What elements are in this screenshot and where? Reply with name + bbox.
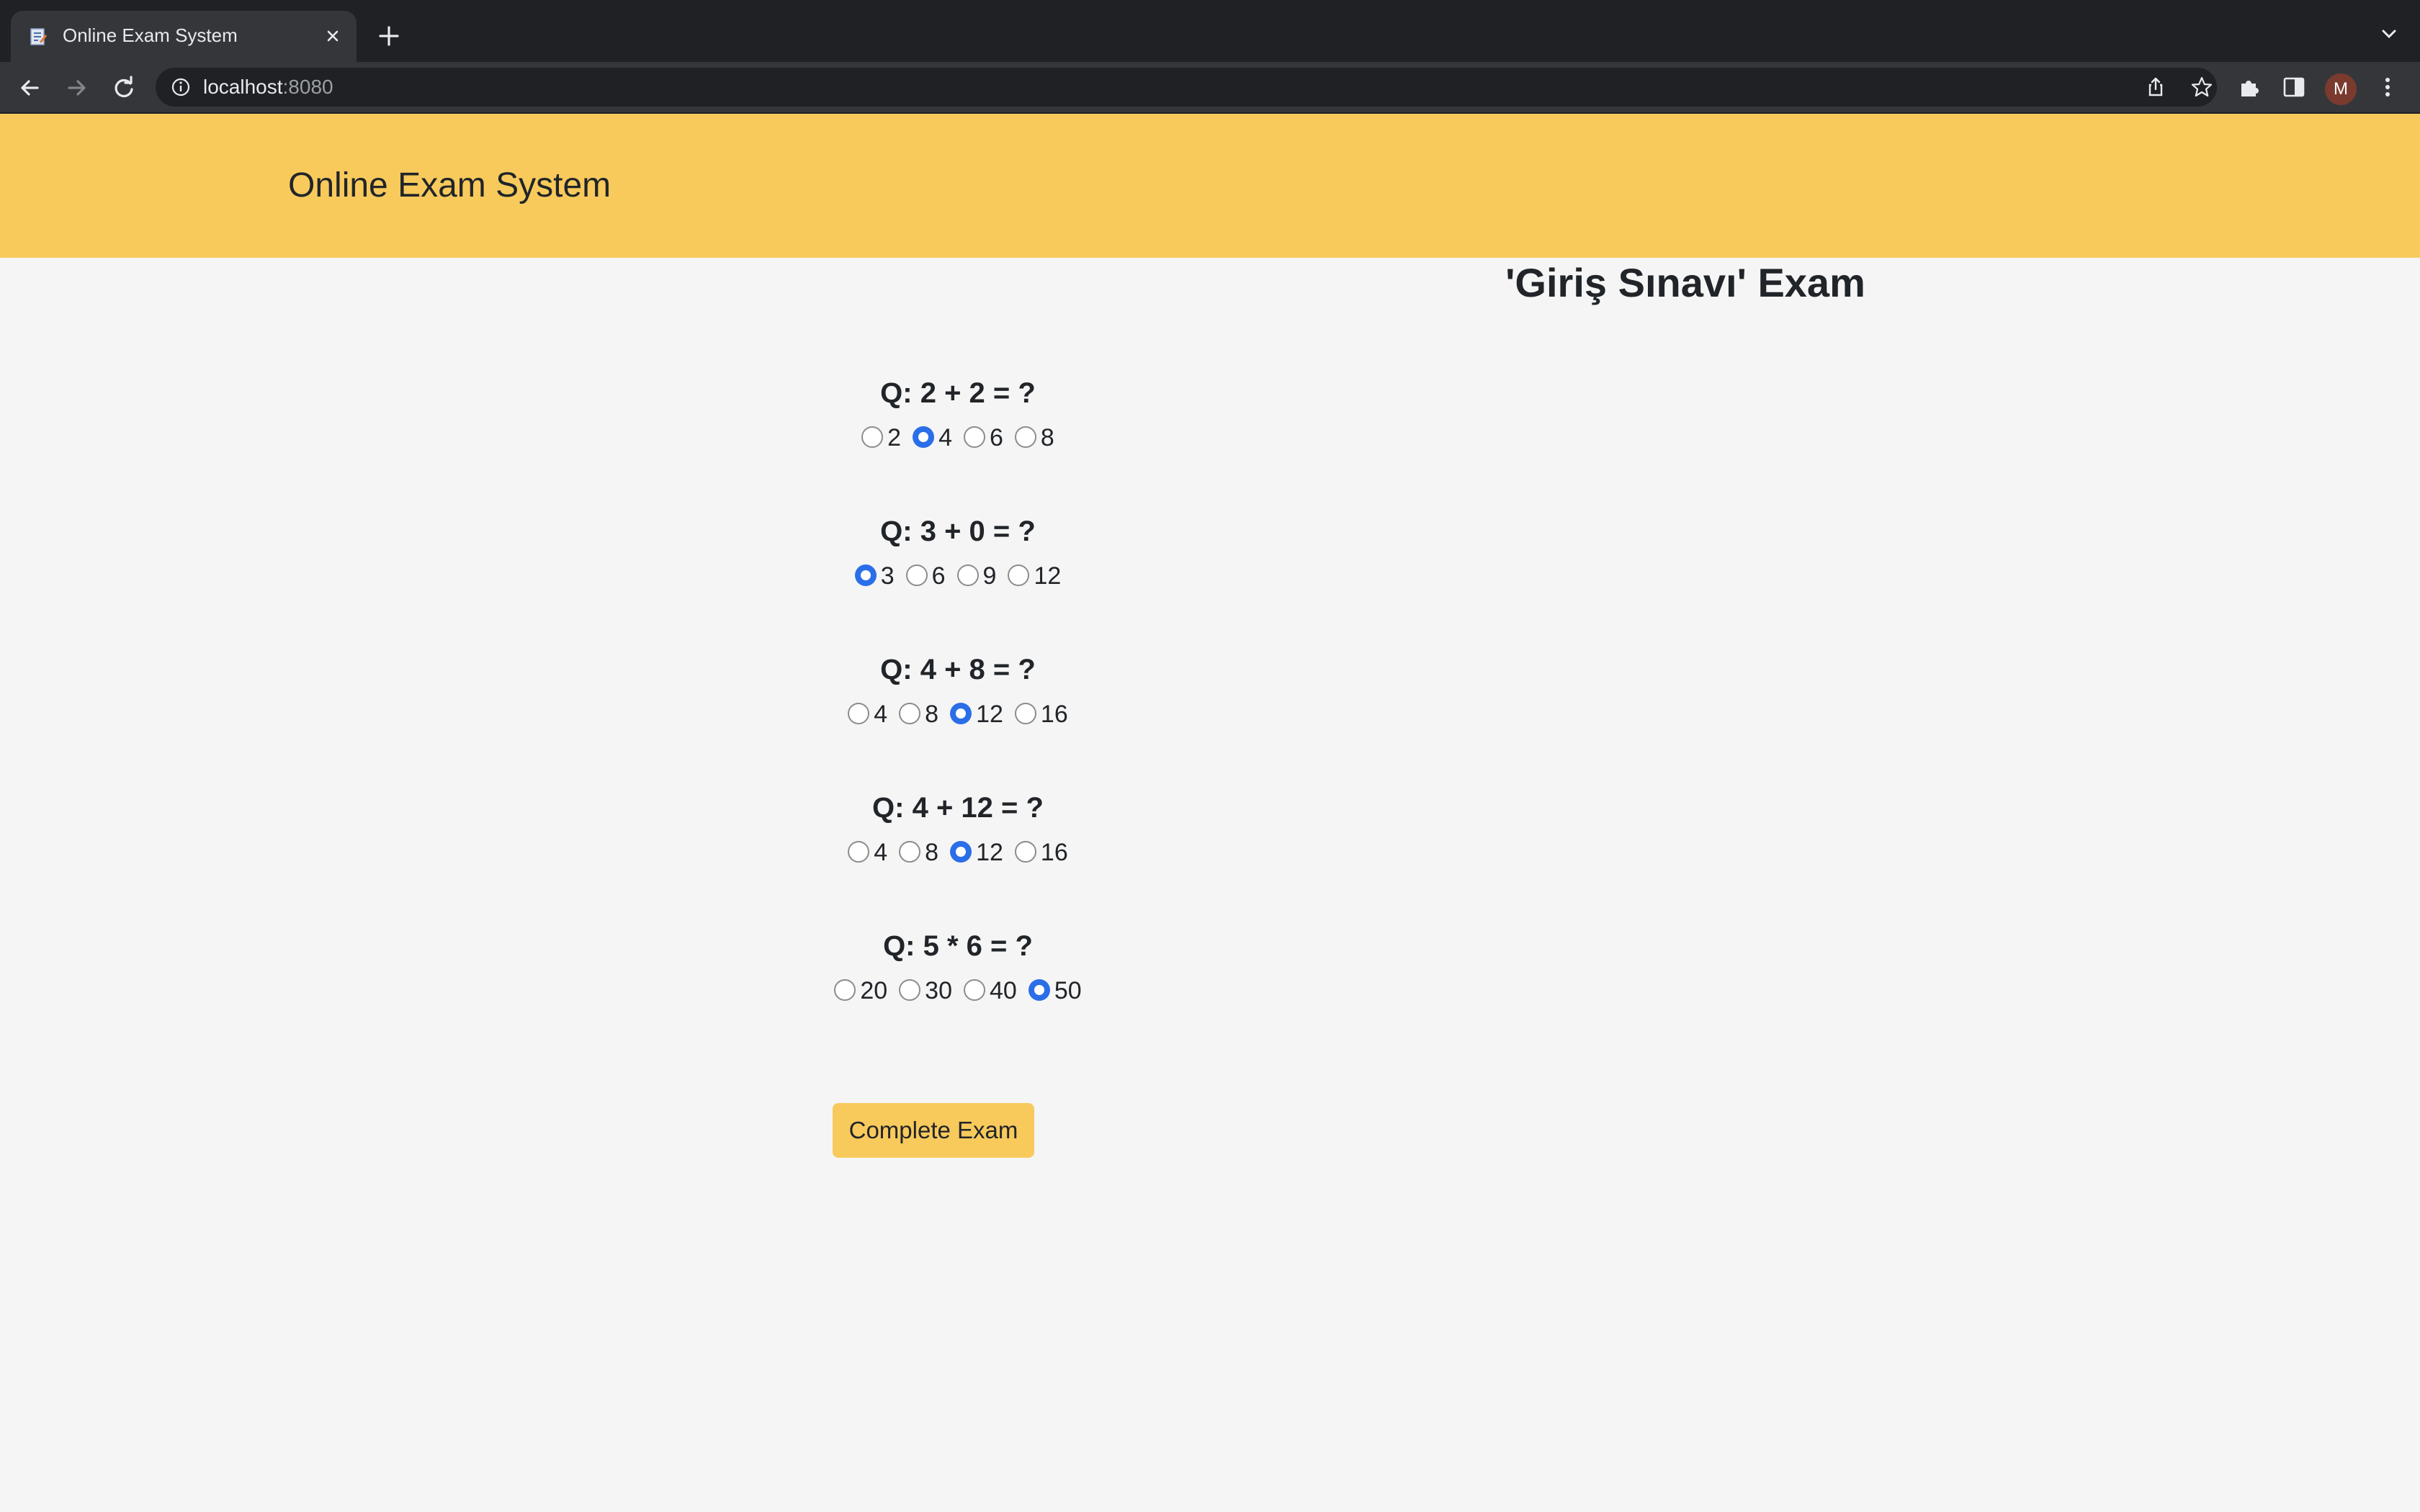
answer-options: 3 6 9 12 <box>720 556 1196 593</box>
option-label: 50 <box>1054 977 1082 1005</box>
answer-option[interactable]: 8 <box>1014 419 1054 456</box>
answer-option[interactable]: 2 <box>861 419 901 456</box>
answer-option[interactable]: 40 <box>964 972 1017 1009</box>
option-label: 40 <box>990 977 1017 1005</box>
radio-button[interactable] <box>1014 703 1036 725</box>
radio-button-selected[interactable] <box>950 703 972 725</box>
exam-favicon-icon <box>30 28 48 45</box>
back-arrow-icon[interactable] <box>14 72 46 104</box>
option-label: 4 <box>938 424 952 452</box>
answer-option[interactable]: 4 <box>848 834 887 871</box>
radio-button[interactable] <box>1014 841 1036 863</box>
radio-button-selected[interactable] <box>913 426 935 449</box>
browser-toolbar: localhost:8080 M <box>0 62 2420 114</box>
site-info-icon[interactable] <box>170 76 192 98</box>
answer-option[interactable]: 8 <box>899 834 938 871</box>
question-1: Q: 2 + 2 = ? 2 4 6 8 <box>720 373 1196 455</box>
question-text: Q: 4 + 8 = ? <box>880 654 1036 685</box>
answer-options: 4 8 12 16 <box>720 694 1196 732</box>
option-label: 30 <box>925 977 952 1005</box>
answer-option[interactable]: 8 <box>899 696 938 733</box>
question-3: Q: 4 + 8 = ? 4 8 12 16 <box>720 649 1196 732</box>
answer-option[interactable]: 6 <box>964 419 1003 456</box>
address-bar[interactable]: localhost:8080 <box>156 68 2217 107</box>
reload-icon[interactable] <box>108 72 140 104</box>
answer-option[interactable]: 9 <box>956 557 997 595</box>
answer-option[interactable]: 6 <box>905 557 946 595</box>
option-label: 2 <box>887 424 902 452</box>
option-label: 4 <box>874 701 888 729</box>
option-label: 6 <box>931 562 946 590</box>
answer-options: 20 30 40 50 <box>720 971 1196 1008</box>
answer-options: 2 4 6 8 <box>720 418 1196 455</box>
browser-tab-active[interactable]: Online Exam System <box>11 11 357 62</box>
question-5: Q: 5 * 6 = ? 20 30 40 50 <box>720 926 1196 1008</box>
option-label: 8 <box>925 839 939 867</box>
radio-button[interactable] <box>848 703 870 725</box>
question-2: Q: 3 + 0 = ? 3 6 9 12 <box>720 511 1196 593</box>
answer-option[interactable]: 50 <box>1028 972 1082 1009</box>
extensions-puzzle-icon[interactable] <box>2236 73 2263 101</box>
option-label: 16 <box>1040 701 1068 729</box>
tab-search-chevron-down-icon[interactable] <box>2377 22 2401 46</box>
answer-option[interactable]: 20 <box>834 972 887 1009</box>
option-label: 3 <box>880 562 895 590</box>
option-label: 9 <box>982 562 997 590</box>
tab-title: Online Exam System <box>63 24 238 46</box>
url-text: localhost:8080 <box>203 76 333 98</box>
option-label: 20 <box>860 977 888 1005</box>
answer-option[interactable]: 30 <box>899 972 952 1009</box>
option-label: 12 <box>976 839 1003 867</box>
answer-option[interactable]: 12 <box>950 834 1003 871</box>
answer-option[interactable]: 4 <box>913 419 952 456</box>
answer-option[interactable]: 16 <box>1014 696 1068 733</box>
radio-button[interactable] <box>1014 426 1036 449</box>
radio-button-selected[interactable] <box>950 841 972 863</box>
new-tab-plus-icon[interactable] <box>375 22 403 50</box>
radio-button[interactable] <box>848 841 870 863</box>
answer-option[interactable]: 12 <box>950 696 1003 733</box>
profile-avatar[interactable]: M <box>2325 73 2357 105</box>
complete-exam-button[interactable]: Complete Exam <box>833 1103 1034 1158</box>
radio-button[interactable] <box>964 979 985 1002</box>
answer-option[interactable]: 12 <box>1008 557 1061 595</box>
option-label: 16 <box>1040 839 1068 867</box>
radio-button[interactable] <box>899 703 921 725</box>
answer-option[interactable]: 4 <box>848 696 887 733</box>
option-label: 8 <box>1040 424 1054 452</box>
option-label: 8 <box>925 701 939 729</box>
radio-button-selected[interactable] <box>854 564 877 587</box>
share-icon[interactable] <box>2143 75 2168 99</box>
answer-options: 4 8 12 16 <box>720 832 1196 870</box>
radio-button[interactable] <box>964 426 985 449</box>
brand-title[interactable]: Online Exam System <box>288 114 611 258</box>
question-text: Q: 5 * 6 = ? <box>883 930 1033 962</box>
option-label: 12 <box>1034 562 1062 590</box>
radio-button[interactable] <box>834 979 856 1002</box>
side-panel-icon[interactable] <box>2280 73 2308 101</box>
site-header: Online Exam System <box>0 114 2420 258</box>
exam-title: 'Giriş Sınavı' Exam <box>1505 260 1865 305</box>
radio-button[interactable] <box>899 979 921 1002</box>
question-text: Q: 2 + 2 = ? <box>880 377 1036 409</box>
radio-button[interactable] <box>956 564 979 587</box>
question-text: Q: 3 + 0 = ? <box>880 516 1036 547</box>
answer-option[interactable]: 3 <box>854 557 895 595</box>
bookmark-star-icon[interactable] <box>2190 75 2214 99</box>
radio-button[interactable] <box>899 841 921 863</box>
forward-arrow-icon[interactable] <box>60 72 92 104</box>
browser-tab-strip: Online Exam System <box>0 0 2420 62</box>
radio-button[interactable] <box>905 564 928 587</box>
close-tab-icon[interactable] <box>321 24 345 48</box>
option-label: 6 <box>990 424 1003 452</box>
radio-button[interactable] <box>1008 564 1030 587</box>
radio-button[interactable] <box>861 426 884 449</box>
option-label: 12 <box>976 701 1003 729</box>
option-label: 4 <box>874 839 888 867</box>
question-text: Q: 4 + 12 = ? <box>872 792 1044 824</box>
question-4: Q: 4 + 12 = ? 4 8 12 16 <box>720 788 1196 870</box>
radio-button-selected[interactable] <box>1028 979 1050 1002</box>
answer-option[interactable]: 16 <box>1014 834 1068 871</box>
more-menu-kebab-icon[interactable] <box>2374 73 2401 101</box>
